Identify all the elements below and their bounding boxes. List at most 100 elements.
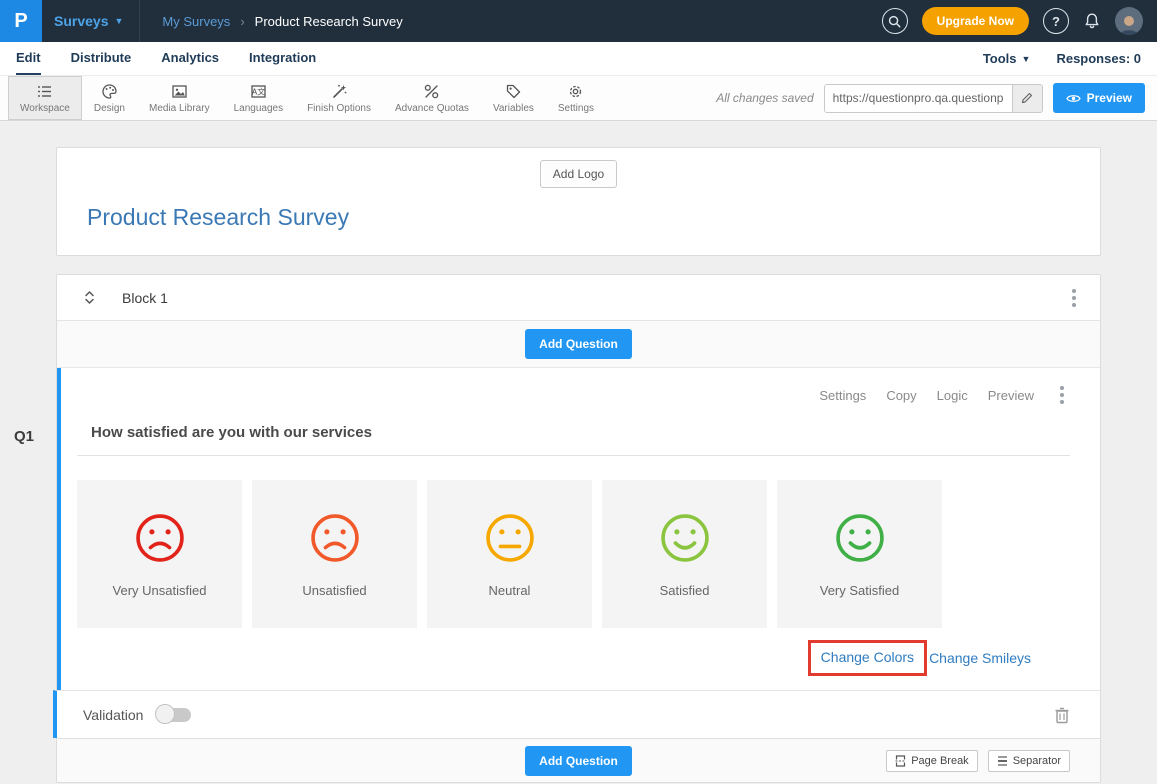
- survey-header-card: Add Logo Product Research Survey: [56, 147, 1101, 256]
- bell-icon: [1083, 12, 1101, 30]
- toolbar-item-label: Variables: [493, 103, 534, 114]
- question-number: Q1: [14, 428, 34, 445]
- question-logic-link[interactable]: Logic: [937, 388, 968, 403]
- survey-url-group: [824, 84, 1043, 113]
- block-header: Block 1: [57, 275, 1100, 321]
- advance-quotas-icon: [423, 83, 440, 100]
- smiley-option-satisfied[interactable]: Satisfied: [602, 480, 767, 628]
- separator-button[interactable]: Separator: [988, 750, 1070, 772]
- question-text[interactable]: How satisfied are you with our services: [91, 424, 1070, 441]
- smiley-option-very-satisfied[interactable]: Very Satisfied: [777, 480, 942, 628]
- nav-right: Tools ▼ Responses: 0: [983, 51, 1141, 66]
- block-more-options-button[interactable]: [1066, 285, 1082, 311]
- option-label: Unsatisfied: [302, 583, 366, 598]
- breadcrumb: My Surveys › Product Research Survey: [162, 14, 402, 29]
- languages-icon: A文: [250, 83, 267, 100]
- collapse-block-button[interactable]: [83, 290, 96, 305]
- sad-face-icon: [308, 511, 362, 565]
- nav-tabs: Edit Distribute Analytics Integration: [16, 42, 316, 75]
- product-switcher[interactable]: Surveys ▼: [42, 0, 140, 42]
- survey-url-input[interactable]: [825, 85, 1012, 112]
- finish-options-icon: [331, 83, 348, 100]
- question-copy-link[interactable]: Copy: [886, 388, 916, 403]
- option-label: Neutral: [489, 583, 531, 598]
- upgrade-now-button[interactable]: Upgrade Now: [922, 7, 1029, 35]
- option-label: Very Unsatisfied: [113, 583, 207, 598]
- toolbar-item-label: Settings: [558, 103, 594, 114]
- toolbar-item-media-library[interactable]: Media Library: [137, 76, 222, 120]
- topbar-actions: Upgrade Now ?: [882, 7, 1157, 35]
- question-preview-link[interactable]: Preview: [988, 388, 1034, 403]
- change-colors-link[interactable]: Change Colors: [821, 649, 914, 665]
- help-button[interactable]: ?: [1043, 8, 1069, 34]
- section-nav: Edit Distribute Analytics Integration To…: [0, 42, 1157, 76]
- page-break-button[interactable]: Page Break: [886, 750, 977, 772]
- person-icon: [1117, 13, 1141, 35]
- questionpro-logo[interactable]: P: [0, 0, 42, 42]
- smiley-option-neutral[interactable]: Neutral: [427, 480, 592, 628]
- toolbar-item-label: Media Library: [149, 103, 210, 114]
- product-name: Surveys: [54, 13, 108, 29]
- smiley-option-unsatisfied[interactable]: Unsatisfied: [252, 480, 417, 628]
- question-actions: Settings Copy Logic Preview: [77, 382, 1070, 408]
- editor-content: Add Logo Product Research Survey Block 1: [0, 121, 1157, 784]
- change-colors-highlight: Change Colors: [808, 640, 927, 676]
- tools-label: Tools: [983, 51, 1017, 66]
- page-break-icon: [895, 755, 906, 767]
- add-logo-button[interactable]: Add Logo: [540, 160, 617, 188]
- survey-page: Add Logo Product Research Survey Block 1: [56, 147, 1101, 783]
- tools-dropdown[interactable]: Tools ▼: [983, 51, 1031, 66]
- block-footer: Add Question Page Break: [57, 738, 1100, 782]
- search-icon: [888, 15, 901, 28]
- toolbar-item-variables[interactable]: Variables: [481, 76, 546, 120]
- breadcrumb-my-surveys[interactable]: My Surveys: [162, 14, 230, 29]
- toolbar-item-languages[interactable]: A文 Languages: [222, 76, 296, 120]
- smiley-option-very-unsatisfied[interactable]: Very Unsatisfied: [77, 480, 242, 628]
- survey-title[interactable]: Product Research Survey: [87, 204, 1100, 231]
- tab-edit[interactable]: Edit: [16, 42, 41, 75]
- responses-count: Responses: 0: [1056, 51, 1141, 66]
- svg-text:A文: A文: [252, 86, 265, 96]
- edit-url-button[interactable]: [1012, 85, 1042, 112]
- question-more-options-button[interactable]: [1054, 382, 1070, 408]
- add-question-button-top[interactable]: Add Question: [525, 329, 632, 359]
- search-button[interactable]: [882, 8, 908, 34]
- sad-face-icon: [133, 511, 187, 565]
- user-avatar[interactable]: [1115, 7, 1143, 35]
- toolbar-item-workspace[interactable]: Workspace: [8, 76, 82, 120]
- change-smileys-link[interactable]: Change Smileys: [929, 650, 1031, 666]
- delete-question-button[interactable]: [1054, 706, 1070, 724]
- validation-toggle[interactable]: [157, 708, 191, 722]
- chevron-down-icon: ▼: [1022, 54, 1031, 64]
- tab-distribute[interactable]: Distribute: [71, 42, 132, 75]
- smiley-options-row: Very Unsatisfied Unsatisfied: [77, 480, 1070, 628]
- neutral-face-icon: [483, 511, 537, 565]
- toolbar-item-label: Languages: [234, 103, 284, 114]
- smiley-links-row: Change Colors Change Smileys: [77, 640, 1070, 676]
- separator-icon: [997, 755, 1008, 767]
- question-settings-link[interactable]: Settings: [819, 388, 866, 403]
- toolbar-item-finish-options[interactable]: Finish Options: [295, 76, 383, 120]
- happy-face-icon: [658, 511, 712, 565]
- save-status: All changes saved: [716, 91, 813, 105]
- add-question-button-bottom[interactable]: Add Question: [525, 746, 632, 776]
- breadcrumb-separator-icon: ›: [240, 14, 244, 29]
- editor-toolbar: Workspace Design Media Library A文 Langua…: [0, 76, 1157, 121]
- workspace-icon: [36, 83, 53, 100]
- notifications-button[interactable]: [1083, 12, 1101, 30]
- trash-icon: [1054, 706, 1070, 724]
- tab-integration[interactable]: Integration: [249, 42, 316, 75]
- block-title: Block 1: [122, 290, 168, 306]
- chevron-down-icon: ▼: [114, 16, 123, 26]
- toolbar-item-label: Advance Quotas: [395, 103, 469, 114]
- toolbar-item-advance-quotas[interactable]: Advance Quotas: [383, 76, 481, 120]
- toolbar-item-label: Design: [94, 103, 125, 114]
- eye-icon: [1066, 93, 1081, 104]
- toolbar-item-settings[interactable]: Settings: [546, 76, 606, 120]
- app-window: P Surveys ▼ My Surveys › Product Researc…: [0, 0, 1157, 784]
- tab-analytics[interactable]: Analytics: [161, 42, 219, 75]
- validation-label: Validation: [83, 707, 143, 723]
- settings-icon: [567, 83, 584, 100]
- preview-button[interactable]: Preview: [1053, 83, 1145, 113]
- toolbar-item-design[interactable]: Design: [82, 76, 137, 120]
